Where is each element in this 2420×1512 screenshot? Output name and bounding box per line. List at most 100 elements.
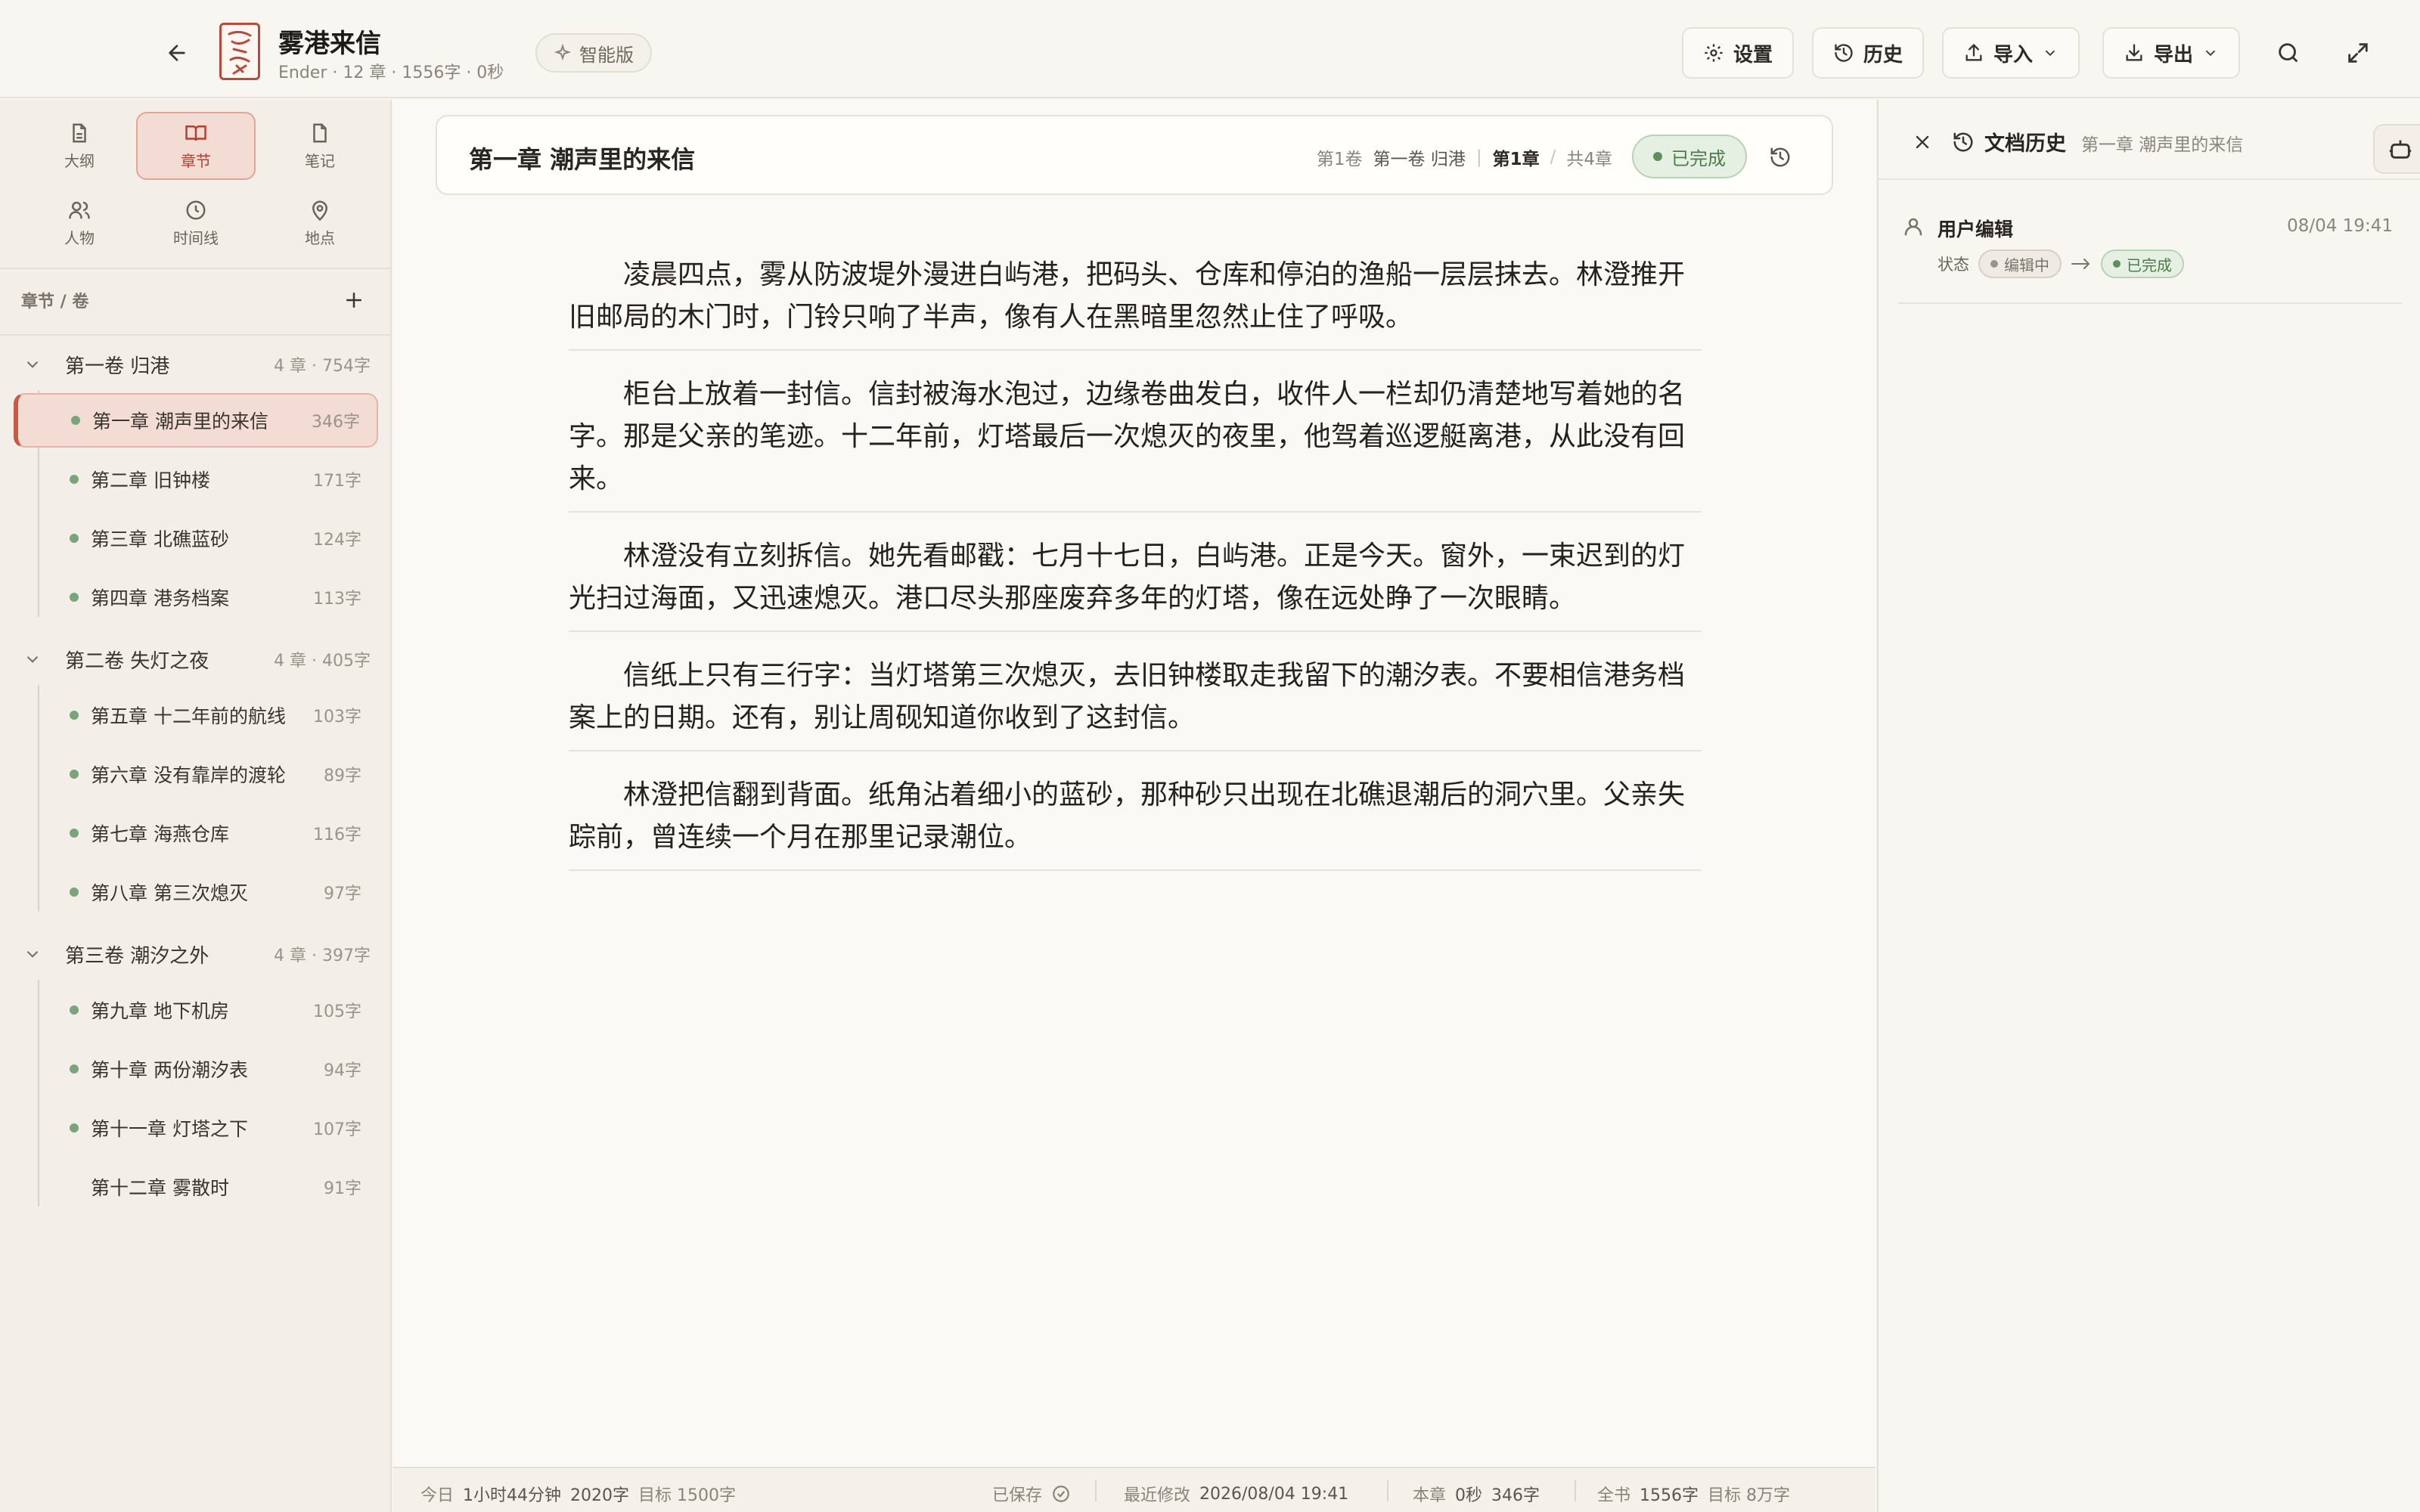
crumb-separator: / [1550,147,1556,167]
assistant-toggle-button[interactable] [2373,124,2420,174]
expand-icon [2348,43,2368,63]
export-button[interactable]: 导出 [2102,27,2241,79]
editor-content[interactable]: 凌晨四点，雾从防波堤外漫进白屿港，把码头、仓库和停泊的渔船一层层抹去。林澄推开旧… [569,243,1702,871]
arrow-left-icon [169,45,185,61]
fullscreen-button[interactable] [2337,32,2379,74]
back-button[interactable] [159,35,195,71]
chapter-item[interactable]: 第八章 第三次熄灭 97字 [14,865,378,919]
nav-characters[interactable]: 人物 [20,189,139,257]
import-label: 导入 [1993,43,2034,67]
status-bar: 今日 1小时44分钟 2020字 目标 1500字 已保存 最近修改 2026/… [393,1467,1876,1512]
chapter-status-badge[interactable]: 已完成 [1632,135,1747,178]
chapter-count: 103字 [313,708,361,727]
nav-chapters-label: 章节 [181,151,211,170]
search-icon [2279,43,2298,63]
add-chapter-button[interactable] [339,285,369,315]
export-label: 导出 [2154,43,2194,67]
chapter-item[interactable]: 第五章 十二年前的航线 103字 [14,688,378,742]
today-stats: 今日 1小时44分钟 2020字 目标 1500字 [420,1482,736,1506]
check-circle-icon [1053,1486,1069,1502]
import-button[interactable]: 导入 [1942,27,2080,79]
paragraph[interactable]: 信纸上只有三行字：当灯塔第三次熄灭，去旧钟楼取走我留下的潮汐表。不要相信港务档案… [569,632,1702,751]
nav-timeline-label: 时间线 [173,228,219,247]
chapter-status-label: 已完成 [1671,147,1726,169]
status-dot [70,888,79,897]
paragraph[interactable]: 柜台上放着一封信。信封被海水泡过，边缘卷曲发白，收件人一栏却仍清楚地写着她的名字… [569,351,1702,513]
status-dot [70,711,79,720]
nav-outline-label: 大纲 [64,151,95,170]
search-button[interactable] [2267,32,2310,74]
today-label: 今日 [420,1486,455,1505]
modified-value: 2026/08/04 19:41 [1199,1484,1349,1504]
volume-row[interactable]: 第三卷 潮汐之外 4 章 · 397字 [23,931,371,977]
status-dot [2113,260,2121,268]
chapter-item[interactable]: 第三章 北礁蓝砂 124字 [14,511,378,565]
chapter-title: 第九章 地下机房 [91,1000,229,1022]
chapter-title: 第四章 港务档案 [91,587,229,609]
nav-outline[interactable]: 大纲 [20,112,139,180]
volume-title: 第一卷 归港 [65,355,170,378]
volume-row[interactable]: 第一卷 归港 4 章 · 754字 [23,342,371,387]
chapter-count: 346字 [312,413,360,432]
settings-button[interactable]: 设置 [1682,27,1795,79]
chapter-time: 0秒 [1455,1486,1483,1505]
chapter-section-header: 章节 / 卷 [21,281,369,319]
today-time: 1小时44分钟 [463,1486,562,1505]
chapter-count: 91字 [324,1179,361,1198]
volume-row[interactable]: 第二卷 失灯之夜 4 章 · 405字 [23,637,371,682]
chapter-stat-label: 本章 [1413,1486,1447,1505]
history-icon [1770,147,1790,167]
chapter-heading[interactable]: 第一章 潮声里的来信 [469,141,695,175]
history-label: 历史 [1863,43,1903,67]
history-entry[interactable]: 用户编辑 08/04 19:41 状态 编辑中 已完成 [1898,206,2402,304]
chevron-down-icon [26,655,39,663]
close-icon [1916,135,1929,149]
close-panel-button[interactable] [1906,125,1939,159]
paragraph[interactable]: 凌晨四点，雾从防波堤外漫进白屿港，把码头、仓库和停泊的渔船一层层抹去。林澄推开旧… [569,243,1702,351]
status-from-label: 编辑中 [2004,256,2049,274]
app-meta: Ender · 12 章 · 1556字 · 0秒 [278,64,504,82]
chapter-history-button[interactable] [1764,141,1797,174]
paragraph[interactable]: 林澄把信翻到背面。纸角沾着细小的蓝砂，那种砂只出现在北礁退潮后的洞穴里。父亲失踪… [569,751,1702,871]
chapter-item[interactable]: 第十一章 灯塔之下 107字 [14,1101,378,1155]
chapter-item[interactable]: 第一章 潮声里的来信 346字 [14,393,378,448]
paragraph[interactable]: 林澄没有立刻拆信。她先看邮戳：七月十七日，白屿港。正是今天。窗外，一束迟到的灯光… [569,513,1702,632]
panel-subtitle: 第一章 潮声里的来信 [2081,135,2244,155]
chapter-item[interactable]: 第二章 旧钟楼 171字 [14,452,378,507]
chapter-title: 第一章 潮声里的来信 [92,411,268,432]
status-separator [1387,1480,1388,1501]
nav-locations[interactable]: 地点 [260,189,380,257]
status-separator [1575,1480,1576,1501]
note-icon [313,123,327,142]
chapter-item[interactable]: 第十章 两份潮汐表 94字 [14,1042,378,1096]
chapter-item[interactable]: 第九章 地下机房 105字 [14,983,378,1037]
crumb-separator: | [1475,147,1482,167]
crumb-volume-num: 第1卷 [1316,150,1363,169]
chapter-item[interactable]: 第七章 海燕仓库 116字 [14,806,378,860]
entry-time: 08/04 19:41 [2287,216,2393,236]
panel-title: 文档历史 [1984,132,2066,156]
chevron-down-icon [2205,50,2216,57]
chapter-title: 第五章 十二年前的航线 [91,705,286,727]
chapter-item[interactable]: 第四章 港务档案 113字 [14,570,378,624]
crumb-volume-name[interactable]: 第一卷 归港 [1373,144,1466,170]
clock-icon [186,200,206,219]
settings-label: 设置 [1733,43,1773,67]
panel-divider [1879,178,2420,180]
chapter-count: 89字 [324,767,361,785]
chapter-item[interactable]: 第六章 没有靠岸的渡轮 89字 [14,747,378,801]
nav-notes[interactable]: 笔记 [260,112,380,180]
breadcrumb: 第1卷 第一卷 归港 | 第1章 / 共4章 [1317,142,1612,172]
nav-chapters[interactable]: 章节 [136,112,256,180]
status-dot [70,593,79,602]
upload-icon [1965,43,1982,61]
status-dot [70,829,79,838]
saved-label: 已保存 [992,1486,1043,1505]
nav-timeline[interactable]: 时间线 [136,189,256,257]
book-label: 全书 [1597,1486,1631,1505]
smart-mode-badge[interactable]: 智能版 [535,33,652,73]
chapter-item[interactable]: 第十二章 雾散时 91字 [14,1160,378,1214]
volume-count: 4 章 · 754字 [274,357,371,376]
location-icon [312,200,328,221]
history-button[interactable]: 历史 [1812,27,1925,79]
